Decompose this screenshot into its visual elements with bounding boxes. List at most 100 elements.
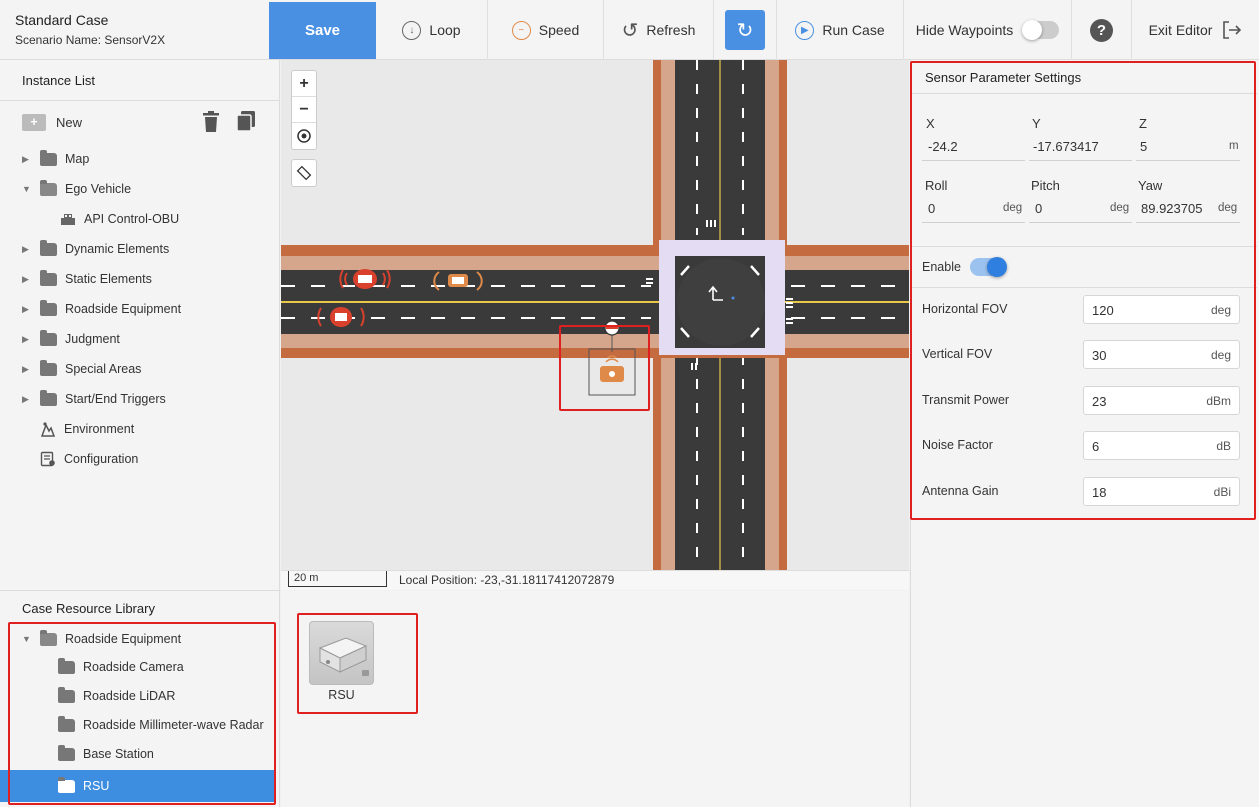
hide-waypoints-toggle[interactable]	[1022, 20, 1060, 40]
folder-icon	[58, 657, 75, 674]
run-case-button[interactable]: ▶ Run Case	[776, 0, 904, 60]
exit-editor-button[interactable]: Exit Editor	[1132, 0, 1259, 60]
folder-icon	[40, 329, 57, 346]
library-item-roadside-radar[interactable]: Roadside Millimeter-wave Radar	[58, 713, 264, 737]
tree-item-static-elements[interactable]: ▶ Static Elements	[22, 267, 152, 291]
antenna-gain-input[interactable]: 18 dBi	[1083, 477, 1240, 506]
resource-panel	[281, 591, 909, 807]
folder-open-icon	[40, 629, 57, 646]
tree-item-special-areas[interactable]: ▶ Special Areas	[22, 357, 141, 381]
expand-caret-icon[interactable]: ▶	[22, 244, 32, 255]
expand-caret-icon[interactable]: ▶	[22, 364, 32, 375]
zoom-controls: + −	[291, 70, 317, 150]
z-label: Z	[1139, 116, 1147, 131]
z-input[interactable]: 5	[1140, 139, 1147, 154]
new-instance-button[interactable]: + New	[22, 110, 82, 134]
transmit-power-input[interactable]: 23 dBm	[1083, 386, 1240, 415]
folder-icon	[58, 776, 75, 793]
tree-item-environment[interactable]: Environment	[40, 417, 134, 441]
loop-icon: ↓	[402, 20, 422, 40]
horizontal-fov-input[interactable]: 120 deg	[1083, 295, 1240, 324]
save-button[interactable]: Save	[269, 2, 376, 59]
measure-control	[291, 159, 317, 187]
loop-label: Loop	[429, 22, 461, 38]
locate-icon[interactable]	[292, 123, 316, 149]
library-item-roadside-camera[interactable]: Roadside Camera	[58, 655, 184, 679]
library-item-roadside-lidar[interactable]: Roadside LiDAR	[58, 684, 175, 708]
tree-item-label: Dynamic Elements	[65, 242, 170, 256]
field-underline	[1029, 160, 1132, 161]
refresh-label: Refresh	[646, 22, 696, 38]
field-unit: deg	[1210, 348, 1231, 362]
reload-icon-button[interactable]: ↻	[725, 10, 765, 50]
pitch-unit: deg	[1110, 202, 1130, 214]
tree-item-map[interactable]: ▶ Map	[22, 147, 89, 171]
enable-toggle[interactable]	[970, 257, 1007, 277]
ruler-icon[interactable]	[292, 160, 316, 186]
tree-item-ego-vehicle[interactable]: ▼ Ego Vehicle	[22, 177, 131, 201]
tree-item-start-end-triggers[interactable]: ▶ Start/End Triggers	[22, 387, 166, 411]
resource-library-heading: Case Resource Library	[22, 601, 155, 616]
loop-button[interactable]: ↓ Loop	[376, 0, 488, 60]
field-value: 23	[1092, 394, 1107, 409]
expand-caret-icon[interactable]: ▶	[22, 394, 32, 405]
folder-icon	[40, 239, 57, 256]
delete-icon[interactable]	[202, 111, 220, 132]
field-underline	[1136, 222, 1240, 223]
yaw-unit: deg	[1218, 202, 1238, 214]
field-underline	[922, 160, 1025, 161]
speed-button[interactable]: − Speed	[488, 0, 604, 60]
zoom-out-icon[interactable]: −	[292, 97, 316, 123]
collapse-caret-icon[interactable]: ▼	[22, 634, 32, 644]
field-unit: dBi	[1213, 485, 1231, 499]
field-unit: deg	[1210, 303, 1231, 317]
tree-item-dynamic-elements[interactable]: ▶ Dynamic Elements	[22, 237, 169, 261]
pitch-input[interactable]: 0	[1035, 201, 1042, 216]
yaw-input[interactable]: 89.923705	[1141, 201, 1202, 216]
library-item-rsu[interactable]: RSU	[58, 774, 109, 798]
library-item-rsu-selected[interactable]	[0, 770, 274, 802]
folder-open-icon	[40, 179, 57, 196]
reload-icon: ↻	[736, 19, 754, 42]
library-item-base-station[interactable]: Base Station	[58, 742, 154, 766]
library-item-label: Roadside Camera	[83, 660, 184, 674]
tree-item-roadside-equipment[interactable]: ▶ Roadside Equipment	[22, 297, 181, 321]
expand-caret-icon[interactable]: ▶	[22, 304, 32, 315]
hide-waypoints-label: Hide Waypoints	[915, 22, 1014, 38]
tree-item-label: Roadside Equipment	[65, 302, 182, 316]
map-canvas[interactable]	[281, 60, 909, 570]
copy-icon[interactable]	[236, 111, 256, 132]
expand-caret-icon[interactable]: ▶	[22, 274, 32, 285]
library-item-label: Roadside LiDAR	[83, 689, 176, 703]
vertical-fov-input[interactable]: 30 deg	[1083, 340, 1240, 369]
instance-list-heading: Instance List	[22, 73, 95, 88]
rsu-resource-card[interactable]	[309, 621, 374, 685]
folder-icon	[58, 744, 75, 761]
tree-item-configuration[interactable]: Configuration	[40, 447, 138, 471]
folder-icon	[40, 269, 57, 286]
field-value: 120	[1092, 303, 1114, 318]
noise-factor-input[interactable]: 6 dB	[1083, 431, 1240, 460]
tree-item-api-control-obu[interactable]: API Control-OBU	[60, 207, 179, 231]
refresh-button[interactable]: ↺ Refresh	[604, 0, 714, 60]
collapse-caret-icon[interactable]: ▼	[22, 184, 32, 194]
library-item-roadside-equipment[interactable]: ▼ Roadside Equipment	[22, 627, 181, 651]
help-icon[interactable]: ?	[1090, 19, 1113, 42]
y-input[interactable]: -17.673417	[1033, 139, 1099, 154]
map-status-bar: 20 m Local Position: -23,-31.18117412072…	[281, 570, 909, 590]
zoom-in-icon[interactable]: +	[292, 71, 316, 97]
expand-caret-icon[interactable]: ▶	[22, 154, 32, 165]
sensor-settings-title: Sensor Parameter Settings	[925, 70, 1082, 85]
refresh-icon: ↺	[621, 19, 639, 42]
expand-caret-icon[interactable]: ▶	[22, 334, 32, 345]
antenna-gain-label: Antenna Gain	[922, 484, 999, 498]
exit-editor-label: Exit Editor	[1148, 22, 1213, 38]
field-value: 6	[1092, 439, 1100, 454]
tree-item-judgment[interactable]: ▶ Judgment	[22, 327, 120, 351]
divider	[0, 590, 280, 591]
x-input[interactable]: -24.2	[928, 139, 958, 154]
horizontal-fov-label: Horizontal FOV	[922, 302, 1008, 316]
z-unit: m	[1229, 140, 1239, 152]
roll-input[interactable]: 0	[928, 201, 935, 216]
roll-label: Roll	[925, 178, 948, 193]
